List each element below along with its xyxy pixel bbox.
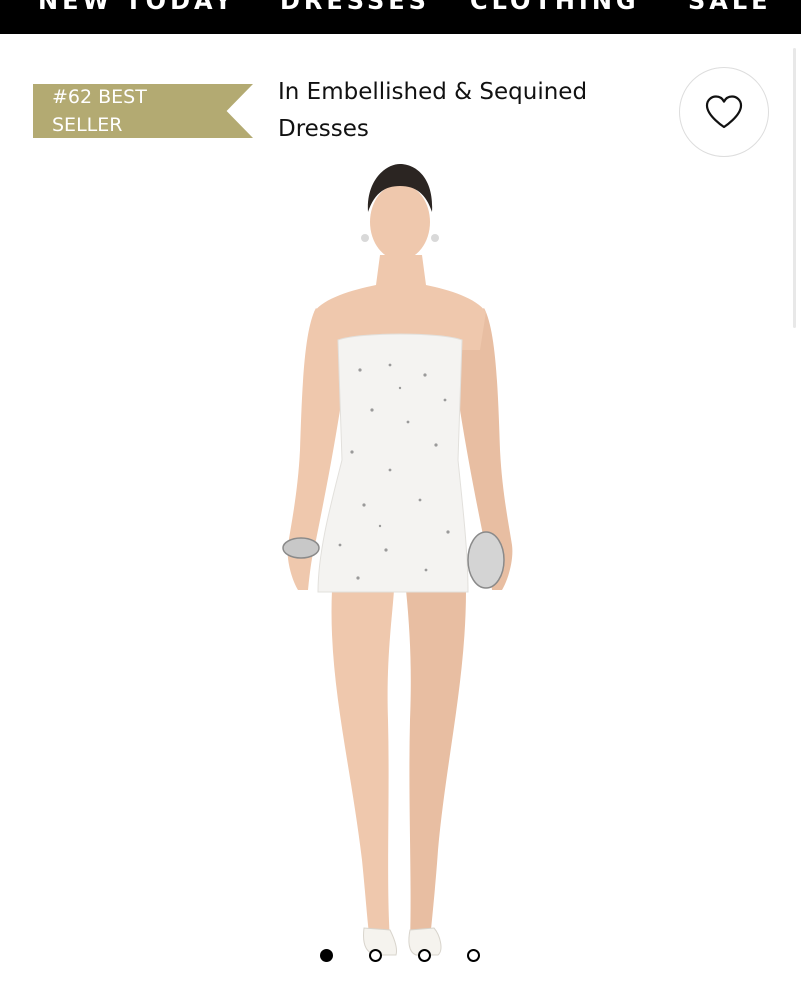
nav-sale[interactable]: SALE — [688, 0, 772, 16]
wishlist-button[interactable] — [679, 67, 769, 157]
carousel-indicators — [0, 949, 801, 965]
nav-dresses[interactable]: DRESSES — [280, 0, 430, 16]
best-seller-label: #62 BEST SELLER — [52, 86, 147, 136]
top-nav-bar: NEW TODAY DRESSES CLOTHING SALE — [0, 0, 801, 34]
product-image[interactable] — [240, 160, 560, 975]
product-title: In Embellished & Sequined Dresses — [278, 79, 588, 142]
scrollbar[interactable] — [793, 48, 796, 328]
carousel-dot-1[interactable] — [320, 949, 333, 962]
nav-clothing[interactable]: CLOTHING — [470, 0, 640, 16]
nav-new-today[interactable]: NEW TODAY — [38, 0, 236, 16]
model-figure — [282, 164, 513, 956]
carousel-dot-3[interactable] — [418, 949, 431, 962]
heart-icon — [705, 95, 743, 129]
carousel-dot-2[interactable] — [369, 949, 382, 962]
carousel-dot-4[interactable] — [467, 949, 480, 962]
